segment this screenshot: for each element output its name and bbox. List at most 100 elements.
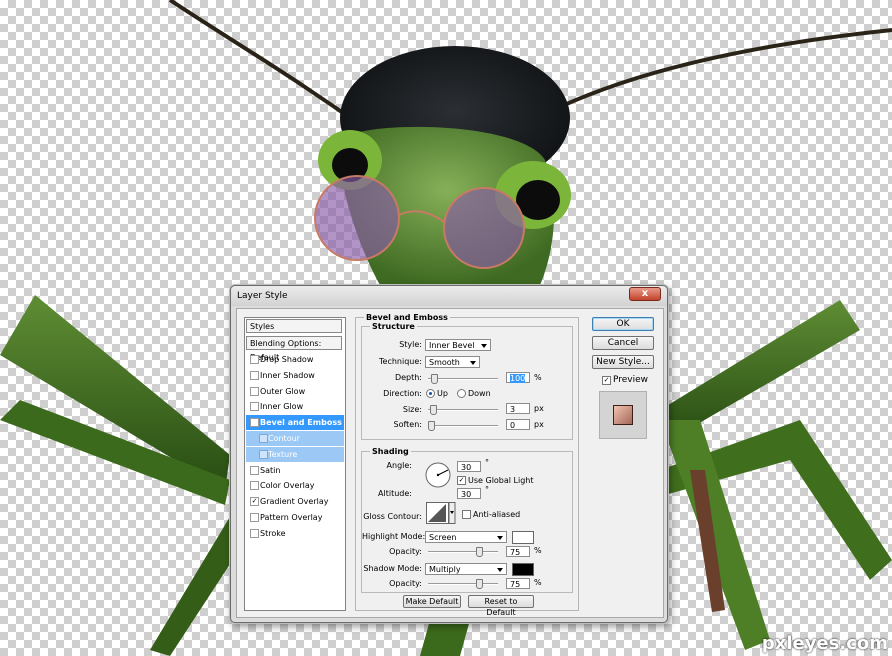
depth-unit: % xyxy=(534,373,542,382)
gloss-contour-picker[interactable] xyxy=(426,502,456,524)
direction-down-label: Down xyxy=(468,389,491,398)
style-item-label: Satin xyxy=(260,465,281,475)
altitude-label: Altitude: xyxy=(378,489,412,498)
style-item-checkbox[interactable]: ✓ xyxy=(250,497,259,507)
highlight-opacity-input[interactable]: 75 xyxy=(506,546,530,557)
technique-dropdown[interactable]: Smooth xyxy=(425,356,480,368)
size-input[interactable]: 3 xyxy=(506,403,530,414)
make-default-button[interactable]: Make Default xyxy=(403,595,461,608)
styles-list: Styles Blending Options: Default Drop Sh… xyxy=(244,317,346,611)
shadow-opacity-slider[interactable] xyxy=(428,579,498,589)
style-item[interactable]: ✓ Gradient Overlay xyxy=(246,494,344,509)
dialog-titlebar[interactable]: Layer Style x xyxy=(231,286,667,306)
style-item[interactable]: Contour xyxy=(246,431,344,446)
style-item-checkbox[interactable] xyxy=(250,513,259,522)
bevel-title: Bevel and Emboss xyxy=(364,313,450,322)
style-item-label: Outer Glow xyxy=(260,386,306,396)
angle-label: Angle: xyxy=(386,461,412,470)
style-item-checkbox[interactable] xyxy=(259,434,268,443)
anti-aliased-checkbox[interactable] xyxy=(462,510,471,519)
ok-button[interactable]: OK xyxy=(592,317,654,331)
style-item-label: Color Overlay xyxy=(260,481,315,491)
style-item-label: Inner Glow xyxy=(260,402,304,412)
style-item-checkbox[interactable] xyxy=(250,370,259,380)
global-light-checkbox[interactable]: ✓ xyxy=(457,476,466,485)
style-item[interactable]: ✓ Bevel and Emboss xyxy=(246,415,344,431)
size-unit: px xyxy=(534,404,544,413)
highlight-opacity-slider[interactable] xyxy=(428,547,498,557)
size-label: Size: xyxy=(402,405,422,414)
preview-checkbox[interactable]: ✓ xyxy=(602,376,611,385)
blending-options[interactable]: Blending Options: Default xyxy=(246,336,342,362)
altitude-unit: ° xyxy=(485,485,489,494)
style-item-checkbox[interactable] xyxy=(250,386,259,396)
style-item-label: Texture xyxy=(268,449,298,459)
cancel-button[interactable]: Cancel xyxy=(592,336,654,350)
soften-input[interactable]: 0 xyxy=(506,419,530,430)
style-item-checkbox[interactable] xyxy=(250,481,259,491)
styles-header[interactable]: Styles xyxy=(246,319,342,333)
global-light-label: Use Global Light xyxy=(468,476,534,485)
bevel-emboss-panel: Bevel and Emboss Structure Style: Inner … xyxy=(355,313,579,617)
highlight-mode-label: Highlight Mode: xyxy=(362,532,426,541)
soften-slider-thumb[interactable] xyxy=(428,421,435,431)
shadow-mode-label: Shadow Mode: xyxy=(363,564,422,573)
depth-label: Depth: xyxy=(394,373,422,382)
size-slider-thumb[interactable] xyxy=(430,405,437,415)
style-item[interactable]: Drop Shadow xyxy=(246,352,344,367)
style-item-checkbox[interactable] xyxy=(250,355,259,364)
style-item[interactable]: Inner Shadow xyxy=(246,368,344,383)
shadow-mode-dropdown[interactable]: Multiply xyxy=(425,563,507,575)
shadow-color-swatch[interactable] xyxy=(512,563,534,576)
style-item-checkbox[interactable] xyxy=(250,528,259,538)
shading-title: Shading xyxy=(370,447,411,456)
shadow-opacity-thumb[interactable] xyxy=(476,579,483,589)
style-label: Style: xyxy=(399,340,422,349)
style-item[interactable]: Satin xyxy=(246,463,344,478)
style-item-checkbox[interactable] xyxy=(259,449,268,459)
direction-down-radio[interactable] xyxy=(457,389,466,398)
size-slider[interactable] xyxy=(428,405,498,415)
style-item[interactable]: Color Overlay xyxy=(246,478,344,493)
style-item[interactable]: Stroke xyxy=(246,526,344,541)
depth-input[interactable]: 100 xyxy=(506,372,530,383)
altitude-input[interactable]: 30 xyxy=(457,488,481,499)
angle-input[interactable]: 30 xyxy=(457,461,481,472)
preview-label: Preview xyxy=(613,375,649,385)
style-item[interactable]: Texture xyxy=(246,446,344,462)
soften-slider[interactable] xyxy=(428,421,498,431)
direction-up-radio[interactable] xyxy=(426,389,435,398)
style-item-label: Stroke xyxy=(260,528,286,538)
style-item-label: Gradient Overlay xyxy=(260,497,329,507)
style-item-checkbox[interactable]: ✓ xyxy=(250,418,259,428)
direction-label: Direction: xyxy=(383,389,422,398)
style-item[interactable]: Outer Glow xyxy=(246,384,344,399)
highlight-mode-dropdown[interactable]: Screen xyxy=(425,531,507,543)
style-item-label: Drop Shadow xyxy=(260,355,314,364)
style-item[interactable]: Inner Glow xyxy=(246,399,344,414)
style-item-checkbox[interactable] xyxy=(250,402,259,412)
style-item-label: Pattern Overlay xyxy=(260,513,323,522)
angle-dial[interactable] xyxy=(424,461,452,489)
style-preview xyxy=(599,391,647,439)
technique-label: Technique: xyxy=(379,357,422,366)
highlight-opacity-thumb[interactable] xyxy=(476,547,483,557)
highlight-color-swatch[interactable] xyxy=(512,531,534,544)
direction-up-label: Up xyxy=(437,389,448,398)
shading-group: Shading Angle: 30 ° ✓ Use Global Light A… xyxy=(361,447,573,593)
anti-aliased-label: Anti-aliased xyxy=(473,510,521,519)
shadow-opacity-input[interactable]: 75 xyxy=(506,578,530,589)
new-style-button[interactable]: New Style... xyxy=(592,355,654,369)
highlight-opacity-label: Opacity: xyxy=(389,547,422,556)
depth-slider-thumb[interactable] xyxy=(431,374,438,384)
style-item-label: Inner Shadow xyxy=(260,370,315,380)
close-icon[interactable]: x xyxy=(629,287,661,301)
structure-title: Structure xyxy=(370,322,417,331)
style-dropdown[interactable]: Inner Bevel xyxy=(425,339,491,351)
style-item[interactable]: Pattern Overlay xyxy=(246,510,344,525)
reset-to-default-button[interactable]: Reset to Default xyxy=(468,595,534,617)
depth-slider[interactable] xyxy=(428,374,498,384)
soften-label: Soften: xyxy=(393,420,422,429)
style-item-checkbox[interactable] xyxy=(250,465,259,475)
shadow-opacity-label: Opacity: xyxy=(389,579,422,588)
